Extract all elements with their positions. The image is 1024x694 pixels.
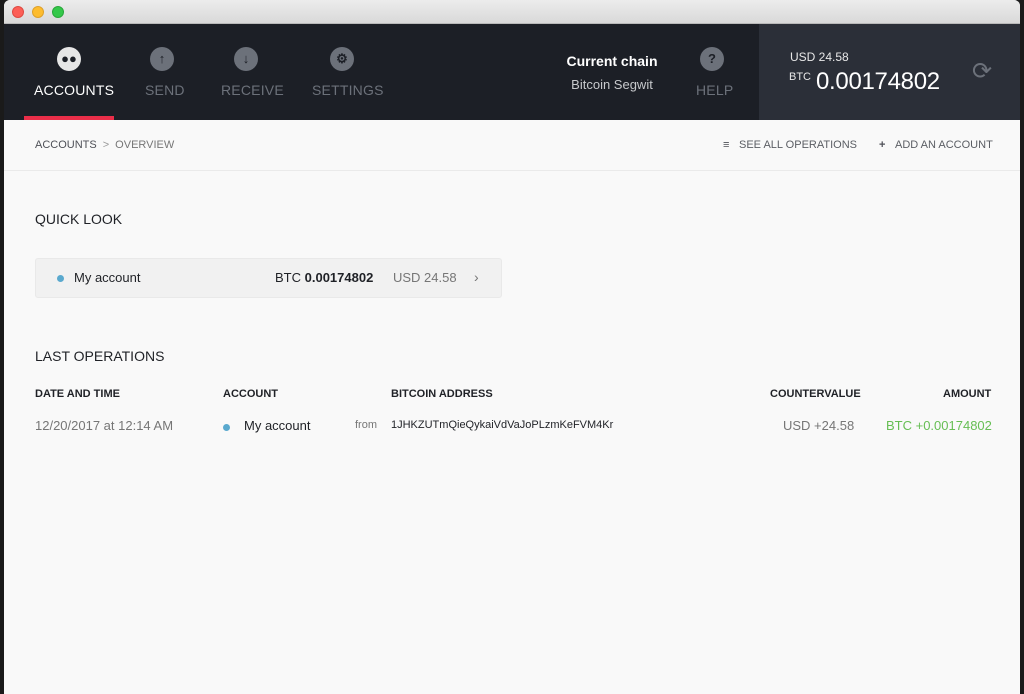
account-color-dot [57, 275, 64, 282]
gear-icon: ⚙ [330, 47, 354, 71]
nav-receive-label: RECEIVE [221, 82, 284, 98]
nav-accounts[interactable]: ●● ACCOUNTS [24, 24, 114, 120]
col-address: BITCOIN ADDRESS [391, 388, 493, 400]
quick-look-btc-label: BTC [275, 270, 301, 285]
balance-btc-label: BTC [789, 71, 811, 83]
see-all-operations-label: SEE ALL OPERATIONS [739, 139, 857, 151]
col-countervalue: COUNTERVALUE [770, 388, 861, 400]
plus-icon: + [879, 139, 886, 151]
nav-send-label: SEND [145, 82, 185, 98]
breadcrumb-accounts[interactable]: ACCOUNTS [35, 139, 97, 151]
list-icon: ≡ [723, 139, 730, 151]
col-amount: AMOUNT [943, 388, 992, 400]
receive-icon: ↓ [234, 47, 258, 71]
title-bar [4, 0, 1020, 24]
balance-usd: USD 24.58 [790, 50, 849, 64]
balance-btc-value: 0.00174802 [816, 68, 940, 95]
quick-look-btc: BTC 0.00174802 [275, 270, 373, 285]
refresh-icon[interactable]: ⟳ [970, 60, 994, 84]
col-account: ACCOUNT [223, 388, 278, 400]
close-window-button[interactable] [12, 6, 24, 18]
nav-help-label: HELP [696, 82, 734, 98]
last-operations-title: LAST OPERATIONS [35, 348, 165, 364]
current-chain[interactable]: Current chain Bitcoin Segwit [552, 53, 672, 92]
nav-help[interactable]: ? HELP [690, 24, 734, 120]
minimize-window-button[interactable] [32, 6, 44, 18]
sub-header: ACCOUNTS > OVERVIEW ≡ SEE ALL OPERATIONS + A… [4, 120, 1020, 171]
help-icon: ? [700, 47, 724, 71]
operation-account: My account [244, 418, 311, 433]
operation-amount: BTC +0.00174802 [886, 418, 992, 433]
balance-panel: USD 24.58 BTC 0.00174802 ⟳ [759, 24, 1020, 120]
nav-accounts-label: ACCOUNTS [34, 82, 115, 98]
quick-look-usd: USD 24.58 [393, 270, 457, 285]
chevron-right-icon: › [474, 269, 479, 285]
quick-look-account-card[interactable]: My account BTC 0.00174802 USD 24.58 › [35, 258, 502, 298]
breadcrumb-separator: > [102, 139, 110, 151]
nav-receive[interactable]: ↓ RECEIVE [214, 24, 284, 120]
operation-address: 1JHKZUTmQieQykaiVdVaJoPLzmKeFVM4Kr [391, 419, 614, 431]
breadcrumb-overview: OVERVIEW [115, 139, 175, 151]
quick-look-title: QUICK LOOK [35, 211, 123, 227]
send-icon: ↑ [150, 47, 174, 71]
app-window: ●● ACCOUNTS ↑ SEND ↓ RECEIVE ⚙ SETTINGS … [4, 0, 1020, 694]
accounts-icon: ●● [57, 47, 81, 71]
operation-countervalue: USD +24.58 [783, 418, 855, 433]
nav-settings[interactable]: ⚙ SETTINGS [304, 24, 384, 120]
maximize-window-button[interactable] [52, 6, 64, 18]
add-account-label: ADD AN ACCOUNT [895, 139, 993, 151]
add-account-button[interactable]: + ADD AN ACCOUNT [879, 139, 993, 151]
operation-direction: from [355, 419, 377, 431]
current-chain-title: Current chain [566, 53, 658, 69]
quick-look-account-name: My account [74, 270, 141, 285]
current-chain-value: Bitcoin Segwit [571, 77, 653, 92]
operation-date: 12/20/2017 at 12:14 AM [35, 418, 174, 433]
see-all-operations-button[interactable]: ≡ SEE ALL OPERATIONS [723, 139, 857, 151]
nav-settings-label: SETTINGS [312, 82, 384, 98]
breadcrumb: ACCOUNTS > OVERVIEW [35, 139, 174, 151]
operation-account-dot [223, 424, 230, 431]
quick-look-btc-value: 0.00174802 [304, 270, 374, 285]
col-date: DATE AND TIME [35, 388, 120, 400]
nav-send[interactable]: ↑ SEND [134, 24, 194, 120]
